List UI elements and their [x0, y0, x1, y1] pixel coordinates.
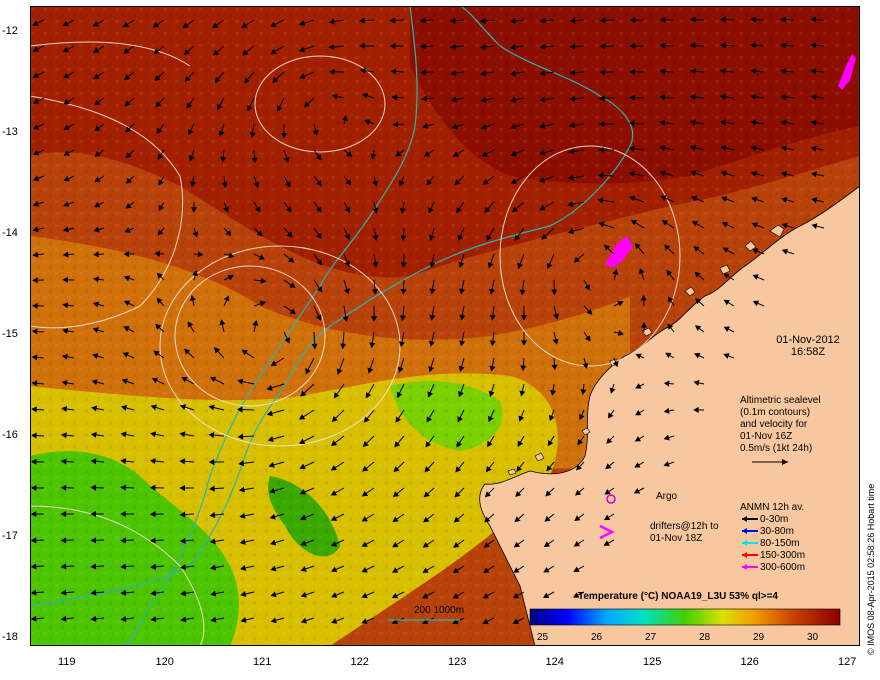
drifters-label: drifters@12h to 01-Nov 18Z: [650, 521, 719, 545]
lon-label: 120: [155, 656, 174, 668]
lon-label: 125: [643, 656, 662, 668]
anmn-item-2: 80-150m: [760, 538, 800, 549]
lat-label: -12: [2, 25, 18, 37]
drifters-line-1: drifters@12h to: [650, 521, 719, 532]
lat-label: -15: [2, 328, 18, 340]
colorbar-tick: 30: [807, 632, 819, 643]
colorbar-tick: 27: [645, 632, 657, 643]
lon-label: 124: [545, 656, 564, 668]
anmn-item-3: 150-300m: [760, 550, 806, 561]
colorbar-title: Temperature (°C) NOAA19_L3U 53% ql>=4: [578, 591, 778, 602]
lat-label: -18: [2, 631, 18, 643]
colorbar-tick: 28: [699, 632, 711, 643]
anmn-item-4: 300-600m: [760, 562, 806, 573]
anmn-item-0: 0-30m: [760, 514, 789, 525]
lon-label: 119: [58, 656, 76, 668]
colorbar-tick: 25: [537, 632, 549, 643]
altimetry-line-5: 0.5m/s (1kt 24h): [740, 443, 813, 454]
colorbar-tick: 26: [591, 632, 603, 643]
lat-label: -13: [2, 126, 18, 138]
anmn-legend: ANMN 12h av. 0-30m 30-80m 80-150m 150-30…: [740, 502, 805, 574]
drifters-line-2: 01-Nov 18Z: [650, 533, 703, 544]
map-panel: [30, 6, 860, 646]
credit-text: © IMOS 08-Apr-2015 02:58:26 Hobart time: [866, 483, 876, 655]
lon-label: 121: [253, 656, 272, 668]
altimetry-line-3: and velocity for: [740, 419, 808, 430]
altimetry-line-4: 01-Nov 16Z: [740, 431, 793, 442]
anmn-title: ANMN 12h av.: [740, 502, 805, 513]
altimetry-line-2: (0.1m contours): [740, 407, 811, 418]
bathy-label: 200 1000m: [414, 605, 465, 616]
lat-label: -16: [2, 429, 18, 441]
lon-label: 122: [350, 656, 369, 668]
altimetry-line-1: Altimetric sealevel: [740, 395, 821, 406]
lon-label: 127: [838, 656, 857, 668]
argo-label: Argo: [656, 491, 678, 502]
colorbar-gradient: [529, 608, 841, 626]
altimetry-note: Altimetric sealevel (0.1m contours) and …: [740, 395, 821, 455]
sst-map: [30, 6, 860, 646]
lat-label: -14: [2, 227, 18, 239]
datetime-date: 01-Nov-2012: [776, 334, 840, 346]
anmn-item-1: 30-80m: [760, 526, 794, 537]
colorbar: [529, 608, 841, 626]
datetime-block: 01-Nov-2012 16:58Z: [768, 334, 848, 358]
lat-label: -17: [2, 530, 18, 542]
lon-label: 123: [448, 656, 467, 668]
lon-label: 126: [740, 656, 759, 668]
colorbar-tick: 29: [753, 632, 765, 643]
datetime-time: 16:58Z: [790, 346, 826, 358]
